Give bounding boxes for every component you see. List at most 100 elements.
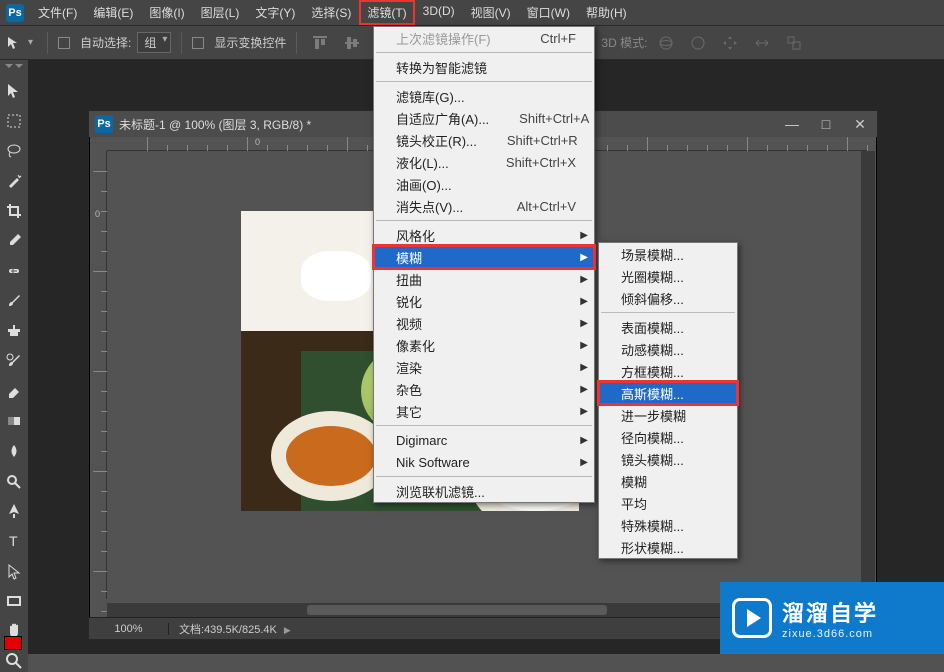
menu-item[interactable]: 上次滤镜操作(F)Ctrl+F: [374, 27, 594, 49]
align-top-icon[interactable]: [307, 30, 333, 56]
menu-item[interactable]: 平均: [599, 492, 737, 514]
roll-3d-icon[interactable]: [685, 30, 711, 56]
scale-3d-icon[interactable]: [781, 30, 807, 56]
menu-item[interactable]: 油画(O)...: [374, 173, 594, 195]
panel-grip-icon[interactable]: [5, 64, 23, 72]
menu-图像[interactable]: 图像(I): [141, 0, 192, 25]
menu-item[interactable]: 动感模糊...: [599, 338, 737, 360]
menu-视图[interactable]: 视图(V): [463, 0, 519, 25]
menu-item[interactable]: 渲染▶: [374, 356, 594, 378]
clone-stamp-tool[interactable]: [3, 320, 25, 342]
menu-item[interactable]: 模糊: [599, 470, 737, 492]
menu-item[interactable]: 视频▶: [374, 312, 594, 334]
type-tool[interactable]: T: [3, 530, 25, 552]
menu-item[interactable]: 杂色▶: [374, 378, 594, 400]
menu-滤镜[interactable]: 滤镜(T): [359, 0, 414, 25]
pan-3d-icon[interactable]: [717, 30, 743, 56]
menu-item[interactable]: 镜头模糊...: [599, 448, 737, 470]
auto-select-checkbox[interactable]: [58, 37, 70, 49]
show-transform-checkbox[interactable]: [192, 37, 204, 49]
maximize-button[interactable]: □: [809, 111, 843, 137]
scrollbar-thumb[interactable]: [307, 605, 607, 615]
status-value: 439.5K/825.4K: [204, 624, 277, 636]
foreground-color-swatch[interactable]: [4, 636, 22, 650]
menu-选择[interactable]: 选择(S): [303, 0, 359, 25]
menu-item[interactable]: 表面模糊...: [599, 316, 737, 338]
menu-3d[interactable]: 3D(D): [415, 0, 463, 25]
zoom-level[interactable]: 100%: [89, 623, 169, 635]
menu-item[interactable]: 扭曲▶: [374, 268, 594, 290]
status-info[interactable]: 文档:439.5K/825.4K ▶: [169, 621, 291, 637]
menu-item[interactable]: 滤镜库(G)...: [374, 85, 594, 107]
align-vcenter-icon[interactable]: [339, 30, 365, 56]
eyedropper-tool[interactable]: [3, 230, 25, 252]
dodge-tool[interactable]: [3, 470, 25, 492]
blur-tool[interactable]: [3, 440, 25, 462]
menu-item[interactable]: 模糊▶: [374, 246, 594, 268]
chevron-right-icon: ▶: [580, 435, 588, 446]
crop-tool[interactable]: [3, 200, 25, 222]
menu-item[interactable]: 光圈模糊...: [599, 265, 737, 287]
menu-编辑[interactable]: 编辑(E): [85, 0, 141, 25]
chevron-right-icon[interactable]: ▶: [284, 625, 291, 635]
menu-item[interactable]: 自适应广角(A)...Shift+Ctrl+A: [374, 107, 594, 129]
menu-item[interactable]: 形状模糊...: [599, 536, 737, 558]
menu-item[interactable]: 锐化▶: [374, 290, 594, 312]
move-tool[interactable]: [3, 80, 25, 102]
pen-tool[interactable]: [3, 500, 25, 522]
menu-item[interactable]: 镜头校正(R)...Shift+Ctrl+R: [374, 129, 594, 151]
menu-item[interactable]: 其它▶: [374, 400, 594, 422]
chevron-right-icon: ▶: [580, 252, 588, 263]
separator: [376, 220, 592, 221]
zoom-tool[interactable]: [3, 650, 25, 672]
blur-submenu: 场景模糊...光圈模糊...倾斜偏移... 表面模糊...动感模糊...方框模糊.…: [598, 242, 738, 559]
mode-3d-label: 3D 模式:: [601, 34, 647, 51]
brush-tool[interactable]: [3, 290, 25, 312]
marquee-tool[interactable]: [3, 110, 25, 132]
separator: [376, 81, 592, 82]
vertical-scrollbar[interactable]: [861, 151, 875, 603]
separator: [376, 476, 592, 477]
menu-item[interactable]: 浏览联机滤镜...: [374, 480, 594, 502]
healing-brush-tool[interactable]: [3, 260, 25, 282]
lasso-tool[interactable]: [3, 140, 25, 162]
menu-item[interactable]: 场景模糊...: [599, 243, 737, 265]
menu-图层[interactable]: 图层(L): [193, 0, 248, 25]
history-brush-tool[interactable]: [3, 350, 25, 372]
menu-item[interactable]: 进一步模糊: [599, 404, 737, 426]
menu-窗口[interactable]: 窗口(W): [519, 0, 578, 25]
chevron-right-icon: ▶: [580, 274, 588, 285]
tool-preset-chevron-icon[interactable]: ▾: [28, 37, 37, 48]
close-button[interactable]: ✕: [843, 111, 877, 137]
menu-item[interactable]: 像素化▶: [374, 334, 594, 356]
ruler-vertical[interactable]: 0: [93, 151, 107, 599]
menu-item[interactable]: 消失点(V)...Alt+Ctrl+V: [374, 195, 594, 217]
magic-wand-tool[interactable]: [3, 170, 25, 192]
menu-item[interactable]: 风格化▶: [374, 224, 594, 246]
separator: [601, 312, 735, 313]
minimize-button[interactable]: —: [775, 111, 809, 137]
menu-item[interactable]: 倾斜偏移...: [599, 287, 737, 309]
menu-文字[interactable]: 文字(Y): [247, 0, 303, 25]
menu-文件[interactable]: 文件(F): [30, 0, 85, 25]
slide-3d-icon[interactable]: [749, 30, 775, 56]
path-select-tool[interactable]: [3, 560, 25, 582]
menu-item[interactable]: 高斯模糊...: [599, 382, 737, 404]
menu-item[interactable]: 转换为智能滤镜: [374, 56, 594, 78]
ps-logo-icon: Ps: [6, 4, 24, 22]
rectangle-tool[interactable]: [3, 590, 25, 612]
menu-item[interactable]: 径向模糊...: [599, 426, 737, 448]
orbit-3d-icon[interactable]: [653, 30, 679, 56]
watermark-title: 溜溜自学: [782, 596, 878, 628]
chevron-right-icon: ▶: [580, 406, 588, 417]
separator: [376, 52, 592, 53]
menu-item[interactable]: Nik Software▶: [374, 451, 594, 473]
menu-item[interactable]: Digimarc▶: [374, 429, 594, 451]
menu-item[interactable]: 特殊模糊...: [599, 514, 737, 536]
gradient-tool[interactable]: [3, 410, 25, 432]
menu-帮助[interactable]: 帮助(H): [578, 0, 635, 25]
eraser-tool[interactable]: [3, 380, 25, 402]
auto-select-dropdown[interactable]: 组: [137, 32, 171, 53]
menu-item[interactable]: 液化(L)...Shift+Ctrl+X: [374, 151, 594, 173]
menu-item[interactable]: 方框模糊...: [599, 360, 737, 382]
